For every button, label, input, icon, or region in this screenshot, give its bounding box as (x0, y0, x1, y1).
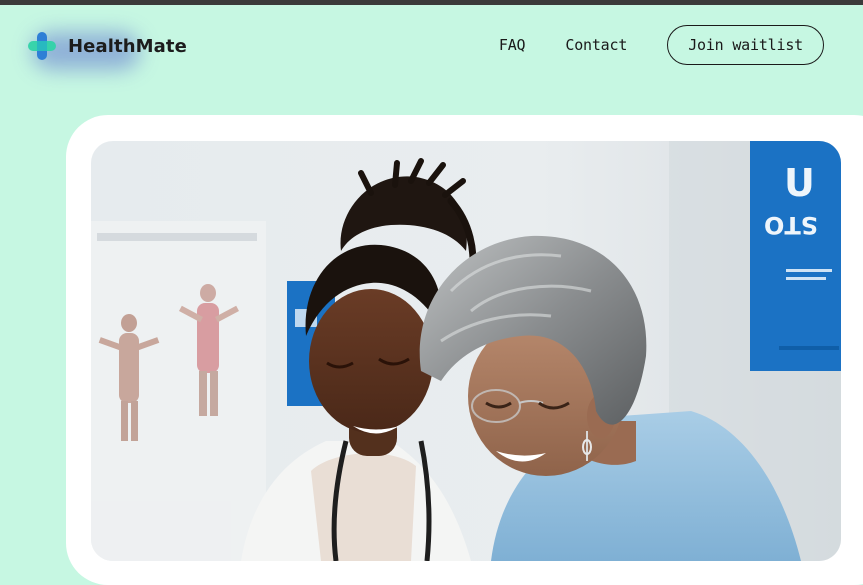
nav-contact-link[interactable]: Contact (565, 36, 627, 54)
join-waitlist-button[interactable]: Join waitlist (667, 25, 824, 65)
hero-photo: U STO (91, 141, 841, 561)
health-cross-icon (28, 32, 56, 60)
brand-logo[interactable]: HealthMate (26, 26, 187, 70)
doctor-patient-photo: U STO (91, 141, 841, 561)
svg-text:U: U (784, 161, 815, 205)
nav-faq-link[interactable]: FAQ (499, 36, 526, 54)
main-nav: FAQ Contact Join waitlist (499, 25, 824, 65)
brand-name: HealthMate (68, 35, 187, 57)
svg-text:STO: STO (764, 211, 818, 239)
top-border (0, 0, 863, 5)
